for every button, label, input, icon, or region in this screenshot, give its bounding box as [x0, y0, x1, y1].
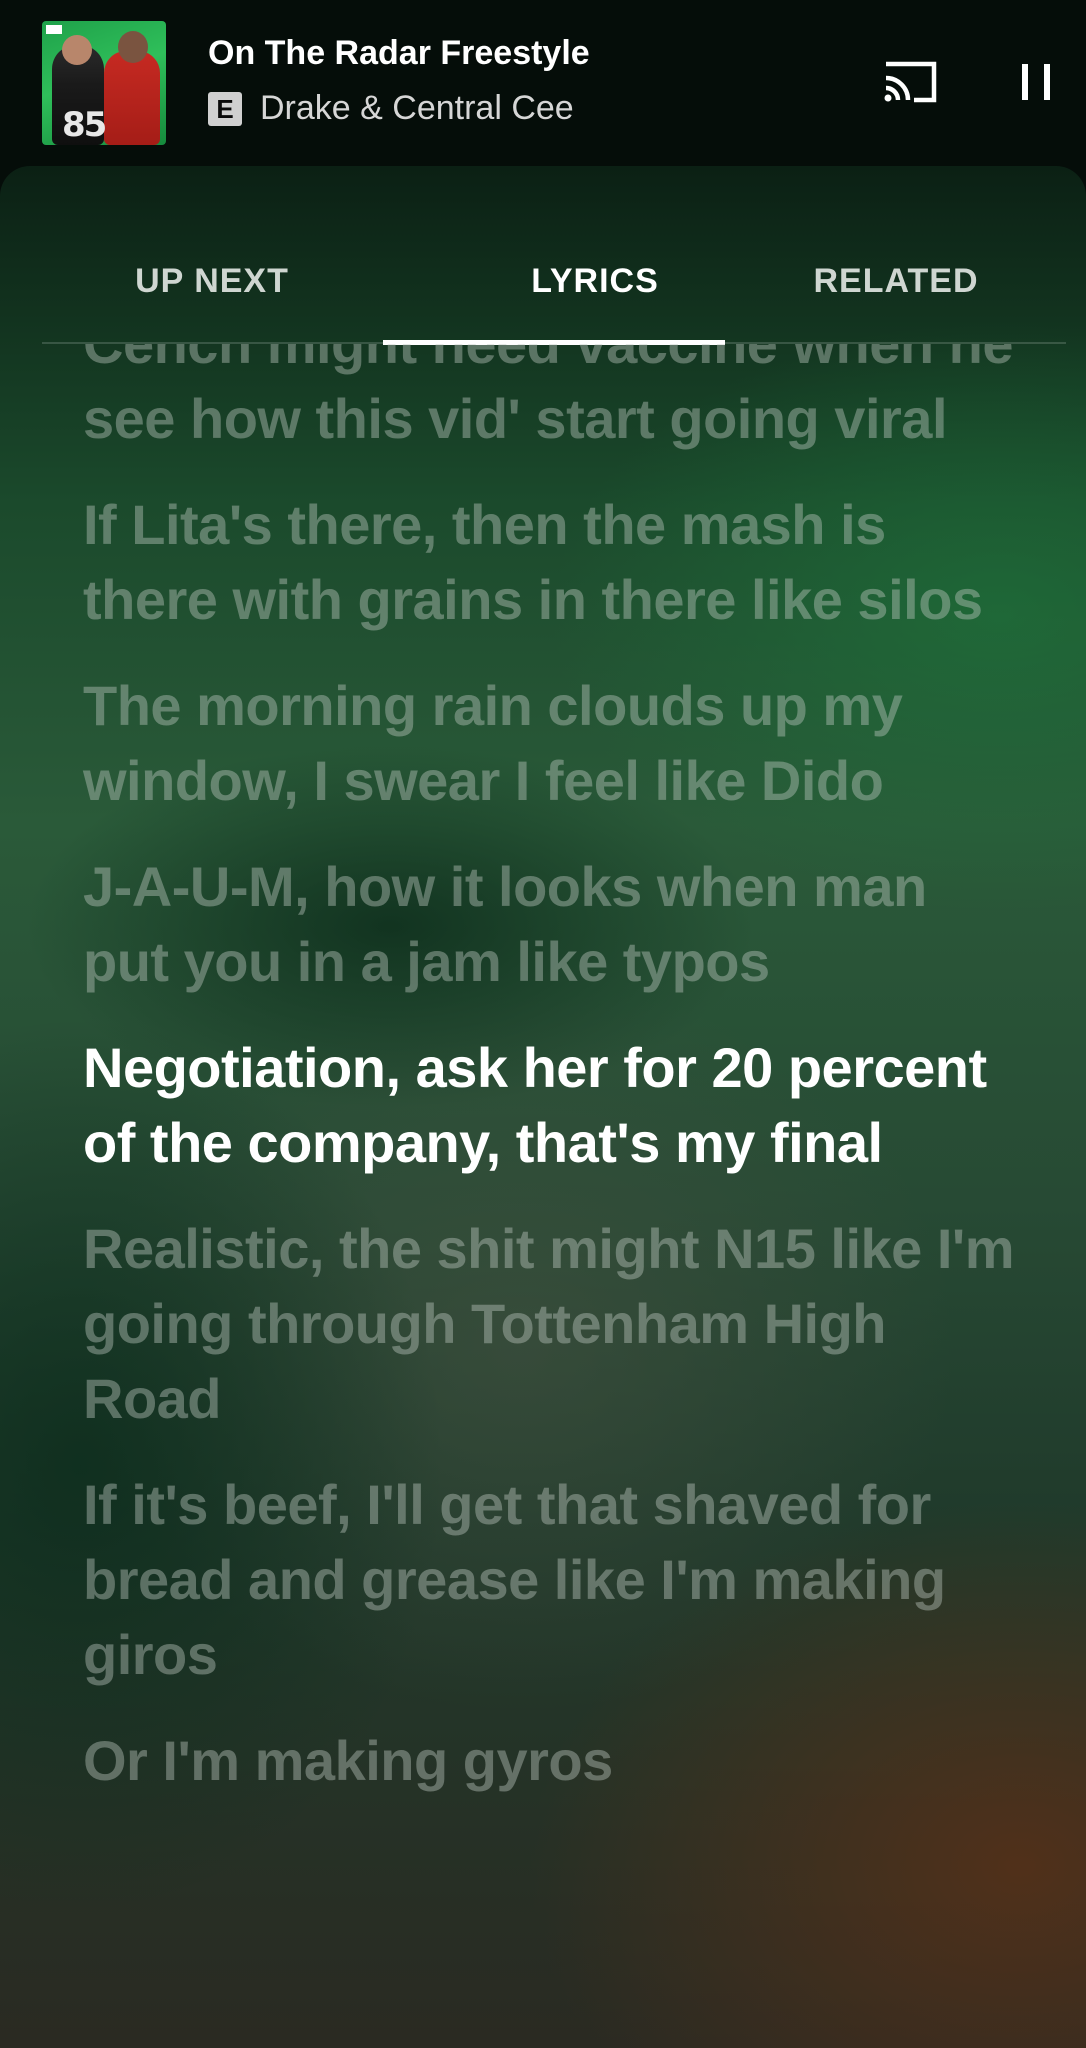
lyric-line: If it's beef, I'll get that shaved for b…	[83, 1473, 946, 1686]
lyric-line: Cench might need vaccine when he see how…	[83, 344, 1014, 450]
lyric-line: The morning rain clouds up my window, I …	[83, 674, 903, 812]
parental-advisory-icon	[46, 25, 62, 34]
lyric-line: Realistic, the shit might N15 like I'm g…	[83, 1217, 1015, 1430]
lyric-line: Or I'm making gyros	[83, 1729, 613, 1792]
lyric-line: J-A-U-M, how it looks when man put you i…	[83, 855, 927, 993]
tab-up-next[interactable]: UP NEXT	[42, 262, 382, 301]
tab-bar: UP NEXT LYRICS RELATED	[42, 166, 1066, 345]
tab-lyrics[interactable]: LYRICS	[425, 262, 765, 301]
pause-button[interactable]	[1016, 60, 1056, 104]
lyrics-sheet: UP NEXT LYRICS RELATED Cench might need …	[0, 166, 1086, 2048]
tab-related[interactable]: RELATED	[726, 262, 1066, 301]
lyrics-list: Cench might need vaccine when he see how…	[83, 344, 1023, 1829]
track-artist: Drake & Central Cee	[260, 89, 574, 127]
pause-icon	[1022, 64, 1050, 100]
album-art[interactable]: 85	[42, 21, 166, 145]
explicit-badge: E	[208, 92, 242, 126]
cast-button[interactable]	[880, 58, 940, 106]
lyrics-scroll-area[interactable]: Cench might need vaccine when he see how…	[0, 344, 1086, 2048]
album-art-jersey-number: 85	[62, 105, 107, 145]
lyric-line-current: Negotiation, ask her for 20 percent of t…	[83, 1036, 987, 1174]
cast-icon	[884, 61, 937, 103]
lyric-line: If Lita's there, then the mash is there …	[83, 493, 983, 631]
mini-player[interactable]: 85 On The Radar Freestyle E Drake & Cent…	[0, 0, 1086, 166]
track-title: On The Radar Freestyle	[208, 34, 590, 72]
music-player-app: 85 On The Radar Freestyle E Drake & Cent…	[0, 0, 1086, 2048]
